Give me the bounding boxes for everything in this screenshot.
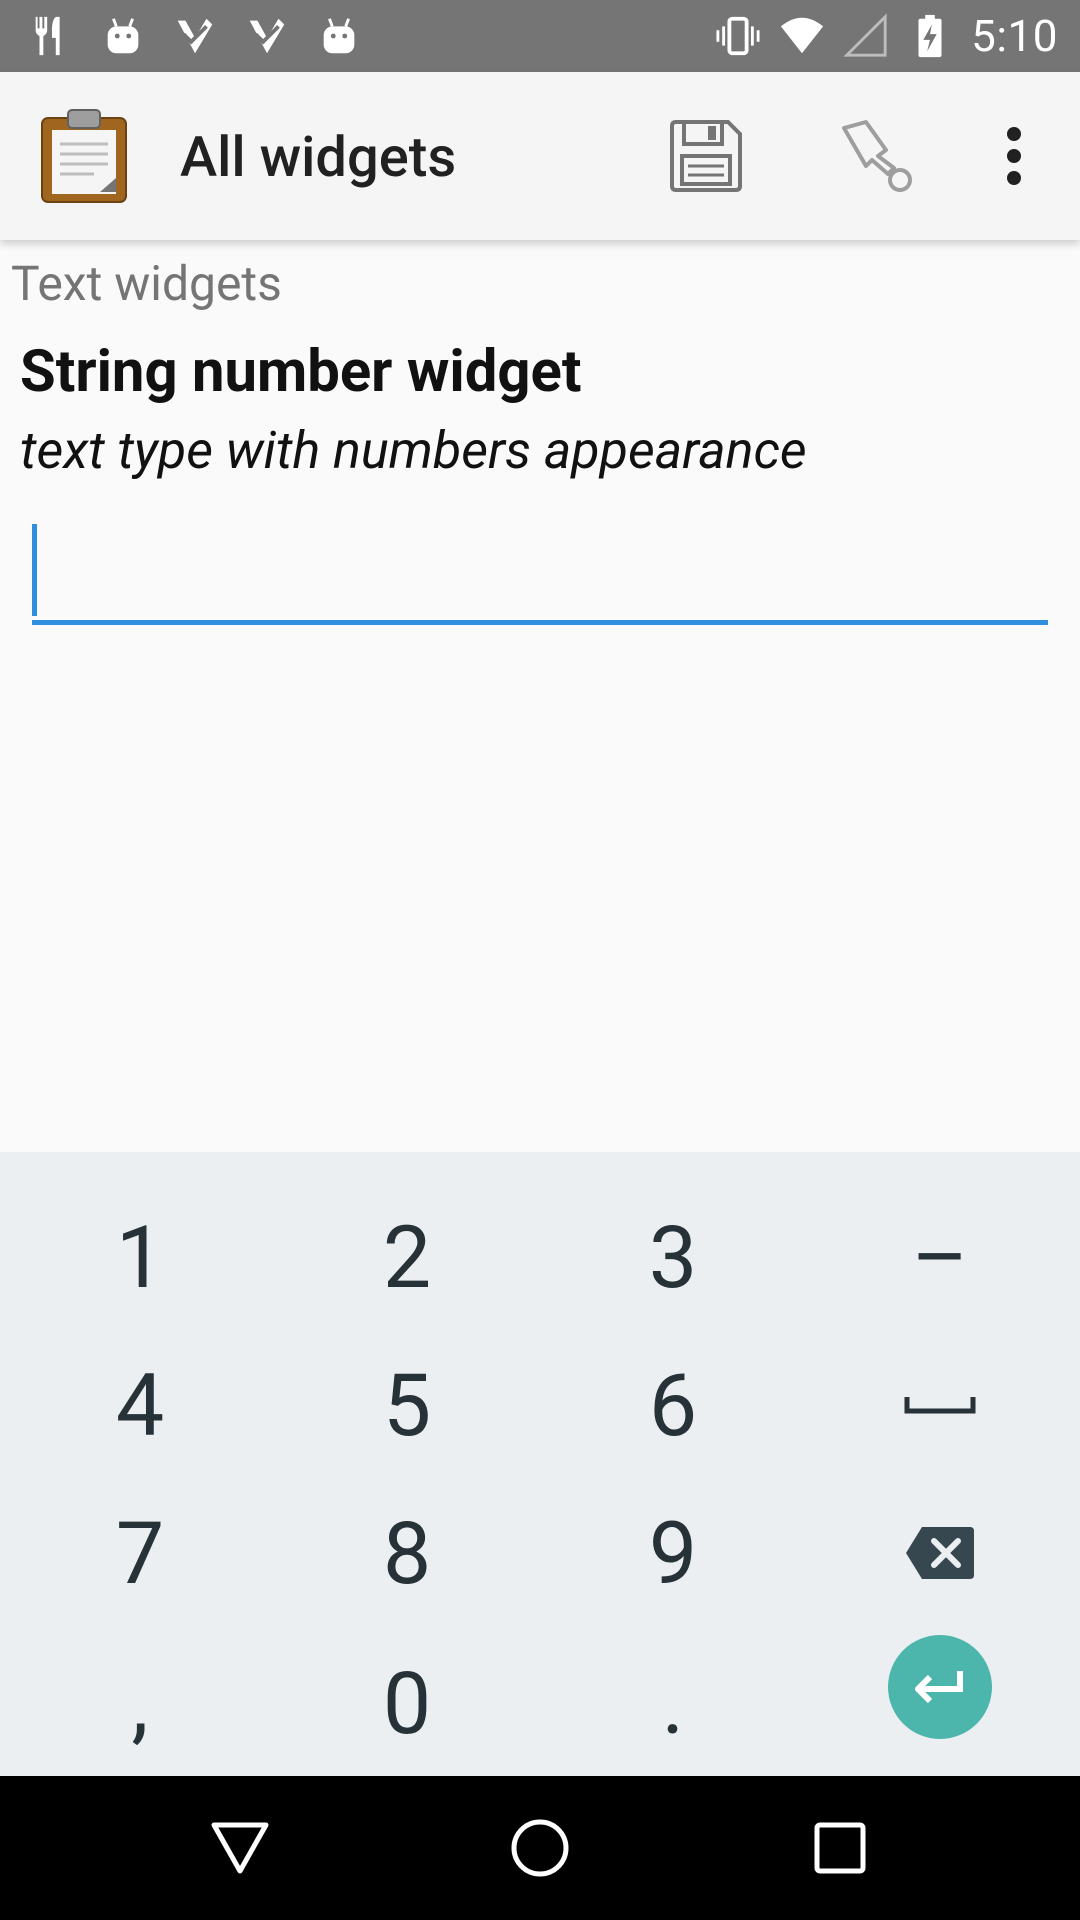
key-comma[interactable]: , — [5, 1628, 275, 1778]
enter-key-circle — [888, 1635, 992, 1739]
app-bar: All widgets — [0, 72, 1080, 240]
clock: 5:10 — [971, 10, 1058, 62]
save-icon — [670, 120, 742, 192]
vibrate-icon — [716, 16, 760, 56]
key-6[interactable]: 6 — [538, 1330, 808, 1480]
key-dash[interactable]: – — [805, 1182, 1075, 1332]
navigation-bar — [0, 1776, 1080, 1920]
check-icon — [177, 18, 213, 54]
recents-button[interactable] — [790, 1798, 890, 1898]
home-icon — [511, 1819, 569, 1877]
key-2[interactable]: 2 — [272, 1182, 542, 1332]
backspace-key[interactable] — [805, 1478, 1075, 1628]
key-7[interactable]: 7 — [5, 1478, 275, 1628]
answer-input[interactable] — [32, 515, 1048, 625]
key-period[interactable]: . — [538, 1628, 808, 1778]
question-hint: text type with numbers appearance — [20, 420, 807, 481]
key-8[interactable]: 8 — [272, 1478, 542, 1628]
group-label: Text widgets — [11, 255, 282, 312]
more-options-button[interactable] — [990, 110, 1038, 202]
numeric-keyboard: 1 2 3 – 4 5 6 ␣ 7 8 9 , 0 . — [0, 1152, 1080, 1776]
goto-button[interactable] — [830, 110, 922, 202]
recents-icon — [814, 1822, 866, 1874]
space-icon — [904, 1397, 976, 1414]
more-vert-icon — [1007, 127, 1021, 185]
restaurant-icon — [35, 16, 60, 56]
status-bar: 5:10 — [0, 0, 1080, 72]
key-1[interactable]: 1 — [5, 1182, 275, 1332]
key-5[interactable]: 5 — [272, 1330, 542, 1480]
space-key[interactable]: ␣ — [805, 1330, 1075, 1480]
save-button[interactable] — [660, 110, 752, 202]
home-button[interactable] — [490, 1798, 590, 1898]
question-label: String number widget — [20, 338, 582, 406]
battery-charging-icon — [918, 14, 942, 58]
key-9[interactable]: 9 — [538, 1478, 808, 1628]
clipboard-logo — [41, 109, 127, 203]
text-caret — [32, 524, 37, 616]
enter-icon — [915, 1671, 963, 1704]
key-0[interactable]: 0 — [272, 1628, 542, 1778]
enter-key[interactable] — [805, 1612, 1075, 1762]
back-icon — [211, 1822, 269, 1874]
android-icon — [107, 18, 139, 54]
back-button[interactable] — [190, 1798, 290, 1898]
signal-icon — [843, 13, 887, 57]
wifi-icon — [781, 17, 824, 54]
key-3[interactable]: 3 — [538, 1182, 808, 1332]
android-icon — [323, 18, 355, 54]
goto-icon — [842, 120, 912, 192]
backspace-icon — [906, 1527, 974, 1579]
check-icon — [249, 18, 285, 54]
key-4[interactable]: 4 — [5, 1330, 275, 1480]
page-title: All widgets — [180, 124, 457, 190]
